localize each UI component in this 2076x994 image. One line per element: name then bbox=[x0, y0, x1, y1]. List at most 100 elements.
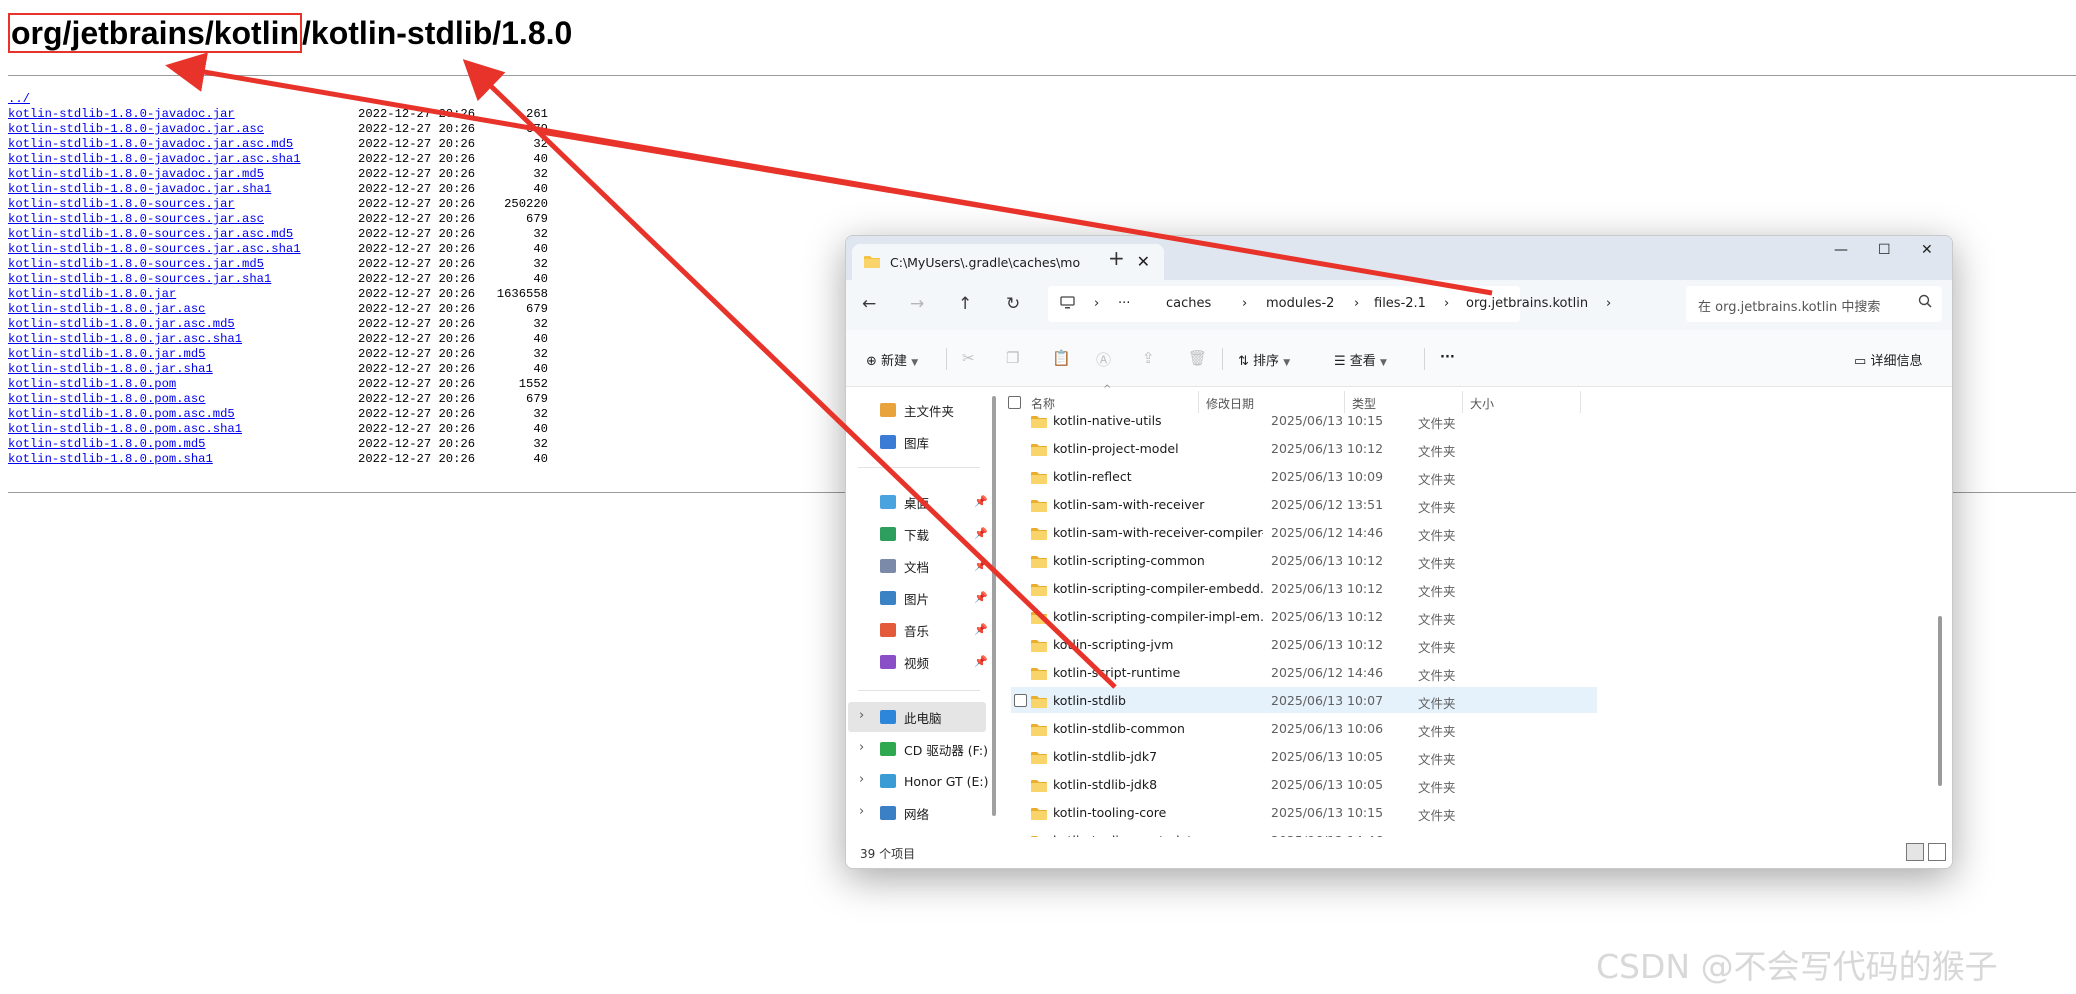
crumb-modules-2[interactable]: modules-2 bbox=[1266, 296, 1334, 311]
expand-chevron-icon[interactable]: › bbox=[859, 772, 864, 787]
file-date: 2022-12-27 20:26 bbox=[358, 167, 476, 181]
file-link[interactable]: kotlin-stdlib-1.8.0.jar bbox=[8, 287, 176, 301]
view-button[interactable]: ☰ 查看 ▼ bbox=[1334, 350, 1387, 369]
page-title: org/jetbrains/kotlin/kotlin-stdlib/1.8.0 bbox=[8, 10, 572, 56]
sidebar-item[interactable]: 图片 bbox=[880, 585, 929, 611]
file-row[interactable]: kotlin-scripting-compiler-embedd... 2025/… bbox=[1011, 575, 1597, 601]
file-link[interactable]: kotlin-stdlib-1.8.0.jar.asc.md5 bbox=[8, 317, 235, 331]
sidebar-item[interactable]: 视频 bbox=[880, 649, 929, 675]
tab-close-icon[interactable]: ✕ bbox=[1137, 252, 1150, 271]
file-row[interactable]: kotlin-tooling-core 2025/06/13 10:15 文件夹 bbox=[1011, 799, 1597, 825]
row-checkbox[interactable] bbox=[1014, 694, 1027, 707]
address-bar[interactable]: › ··· caches › modules-2 › files-2.1 › o… bbox=[1048, 286, 1611, 322]
file-link[interactable]: kotlin-stdlib-1.8.0-javadoc.jar.asc.md5 bbox=[8, 137, 293, 151]
sidebar-item[interactable]: 图库 bbox=[880, 429, 929, 455]
file-date: 2025/06/13 10:12 bbox=[1271, 553, 1384, 568]
file-link[interactable]: kotlin-stdlib-1.8.0-sources.jar.sha1 bbox=[8, 272, 271, 286]
file-row[interactable]: kotlin-reflect 2025/06/13 10:09 文件夹 bbox=[1011, 463, 1597, 489]
file-row[interactable]: kotlin-scripting-jvm 2025/06/13 10:12 文件夹 bbox=[1011, 631, 1597, 657]
maximize-button[interactable]: ☐ bbox=[1878, 242, 1891, 258]
file-row[interactable]: kotlin-stdlib-common 2025/06/13 10:06 文件夹 bbox=[1011, 715, 1597, 741]
file-link[interactable]: kotlin-stdlib-1.8.0-javadoc.jar.md5 bbox=[8, 167, 264, 181]
up-button[interactable]: ↑ bbox=[958, 294, 972, 314]
minimize-button[interactable]: — bbox=[1834, 242, 1848, 258]
file-link[interactable]: kotlin-stdlib-1.8.0-javadoc.jar.asc.sha1 bbox=[8, 152, 301, 166]
file-link[interactable]: kotlin-stdlib-1.8.0.pom.md5 bbox=[8, 437, 205, 451]
search-input[interactable]: 在 org.jetbrains.kotlin 中搜索 bbox=[1686, 286, 1942, 322]
sidebar-item[interactable]: 文档 bbox=[880, 553, 929, 579]
file-row[interactable]: kotlin-stdlib-jdk8 2025/06/13 10:05 文件夹 bbox=[1011, 771, 1597, 797]
address-overflow-button[interactable]: ··· bbox=[1118, 296, 1130, 311]
refresh-button[interactable]: ↻ bbox=[1006, 294, 1020, 314]
forward-button[interactable]: → bbox=[910, 294, 924, 314]
sidebar-item[interactable]: 音乐 bbox=[880, 617, 929, 643]
pin-icon[interactable]: 📌 bbox=[974, 527, 988, 540]
rename-icon[interactable]: Ⓐ bbox=[1096, 349, 1111, 370]
pin-icon[interactable]: 📌 bbox=[974, 559, 988, 572]
details-pane-button[interactable]: ▭ 详细信息 bbox=[1854, 350, 1922, 369]
sidebar-item-label: Honor GT (E:) bbox=[904, 773, 989, 789]
back-button[interactable]: ← bbox=[862, 294, 876, 314]
file-link[interactable]: kotlin-stdlib-1.8.0.pom.asc bbox=[8, 392, 205, 406]
pin-icon[interactable]: 📌 bbox=[974, 591, 988, 604]
file-row[interactable]: kotlin-stdlib-jdk7 2025/06/13 10:05 文件夹 bbox=[1011, 743, 1597, 769]
share-icon[interactable]: ⇪ bbox=[1142, 349, 1155, 367]
file-link[interactable]: kotlin-stdlib-1.8.0.jar.asc bbox=[8, 302, 205, 316]
sidebar-item[interactable]: 桌面 bbox=[880, 489, 929, 515]
pin-icon[interactable]: 📌 bbox=[974, 495, 988, 508]
parent-link[interactable]: ../ bbox=[8, 92, 30, 106]
sort-button[interactable]: ⇅ 排序 ▼ bbox=[1238, 350, 1290, 369]
file-link[interactable]: kotlin-stdlib-1.8.0-javadoc.jar bbox=[8, 107, 235, 121]
status-bar: 39 个项目 bbox=[846, 837, 1952, 868]
crumb-org-jetbrains-kotlin[interactable]: org.jetbrains.kotlin bbox=[1466, 296, 1588, 311]
file-link[interactable]: kotlin-stdlib-1.8.0.pom.asc.sha1 bbox=[8, 422, 242, 436]
expand-chevron-icon[interactable]: › bbox=[859, 708, 864, 723]
search-icon[interactable] bbox=[1918, 294, 1932, 312]
paste-icon[interactable]: 📋 bbox=[1052, 349, 1071, 367]
new-tab-button[interactable]: + bbox=[1108, 246, 1125, 270]
file-row[interactable]: kotlin-scripting-compiler-impl-em... 2025… bbox=[1011, 603, 1597, 629]
file-row-selected[interactable]: kotlin-stdlib 2025/06/13 10:07 文件夹 bbox=[1011, 687, 1597, 713]
sidebar-item[interactable]: Honor GT (E:) bbox=[880, 768, 988, 794]
file-link[interactable]: kotlin-stdlib-1.8.0-sources.jar.asc bbox=[8, 212, 264, 226]
more-options-button[interactable]: ··· bbox=[1440, 350, 1455, 365]
file-link[interactable]: kotlin-stdlib-1.8.0.jar.md5 bbox=[8, 347, 205, 361]
file-link[interactable]: kotlin-stdlib-1.8.0.pom.asc.md5 bbox=[8, 407, 235, 421]
new-button[interactable]: ⊕ 新建 ▼ bbox=[866, 350, 918, 369]
file-link[interactable]: kotlin-stdlib-1.8.0-sources.jar.asc.sha1 bbox=[8, 242, 301, 256]
file-link[interactable]: kotlin-stdlib-1.8.0-javadoc.jar.asc bbox=[8, 122, 264, 136]
pin-icon[interactable]: 📌 bbox=[974, 623, 988, 636]
cut-icon[interactable]: ✂ bbox=[962, 349, 975, 367]
file-link[interactable]: kotlin-stdlib-1.8.0-javadoc.jar.sha1 bbox=[8, 182, 271, 196]
file-link[interactable]: kotlin-stdlib-1.8.0.jar.asc.sha1 bbox=[8, 332, 242, 346]
file-link[interactable]: kotlin-stdlib-1.8.0-sources.jar.md5 bbox=[8, 257, 264, 271]
file-row[interactable]: kotlin-scripting-common 2025/06/13 10:12 文… bbox=[1011, 547, 1597, 573]
file-row[interactable]: kotlin-native-utils 2025/06/13 10:15 文件夹 bbox=[1011, 407, 1597, 433]
close-button[interactable]: ✕ bbox=[1921, 242, 1933, 258]
details-view-icon[interactable] bbox=[1906, 843, 1924, 861]
this-pc-icon[interactable] bbox=[1060, 296, 1075, 313]
file-row[interactable]: kotlin-sam-with-receiver-compiler-... 202… bbox=[1011, 519, 1597, 545]
file-row[interactable]: kotlin-project-model 2025/06/13 10:12 文件夹 bbox=[1011, 435, 1597, 461]
file-row[interactable]: kotlin-script-runtime 2025/06/12 14:46 文件夹 bbox=[1011, 659, 1597, 685]
delete-icon[interactable]: 🗑 bbox=[1188, 349, 1207, 367]
file-link[interactable]: kotlin-stdlib-1.8.0.jar.sha1 bbox=[8, 362, 213, 376]
file-link[interactable]: kotlin-stdlib-1.8.0.pom.sha1 bbox=[8, 452, 213, 466]
sidebar-item[interactable]: 下载 bbox=[880, 521, 929, 547]
pin-icon[interactable]: 📌 bbox=[974, 655, 988, 668]
crumb-files-2-1[interactable]: files-2.1 bbox=[1374, 296, 1426, 311]
thumbnail-view-icon[interactable] bbox=[1928, 843, 1946, 861]
sidebar-item[interactable]: 网络 bbox=[880, 800, 929, 826]
expand-chevron-icon[interactable]: › bbox=[859, 804, 864, 819]
sidebar-item[interactable]: 此电脑 bbox=[880, 704, 942, 730]
file-link[interactable]: kotlin-stdlib-1.8.0-sources.jar.asc.md5 bbox=[8, 227, 293, 241]
file-link[interactable]: kotlin-stdlib-1.8.0.pom bbox=[8, 377, 176, 391]
file-list-scrollbar[interactable] bbox=[1938, 616, 1942, 786]
expand-chevron-icon[interactable]: › bbox=[859, 740, 864, 755]
copy-icon[interactable]: ❐ bbox=[1006, 349, 1019, 367]
file-row[interactable]: kotlin-sam-with-receiver 2025/06/12 13:51… bbox=[1011, 491, 1597, 517]
crumb-caches[interactable]: caches bbox=[1166, 296, 1211, 311]
sidebar-item[interactable]: CD 驱动器 (F:) I bbox=[880, 736, 996, 762]
file-link[interactable]: kotlin-stdlib-1.8.0-sources.jar bbox=[8, 197, 235, 211]
sidebar-item[interactable]: 主文件夹 bbox=[880, 397, 954, 423]
